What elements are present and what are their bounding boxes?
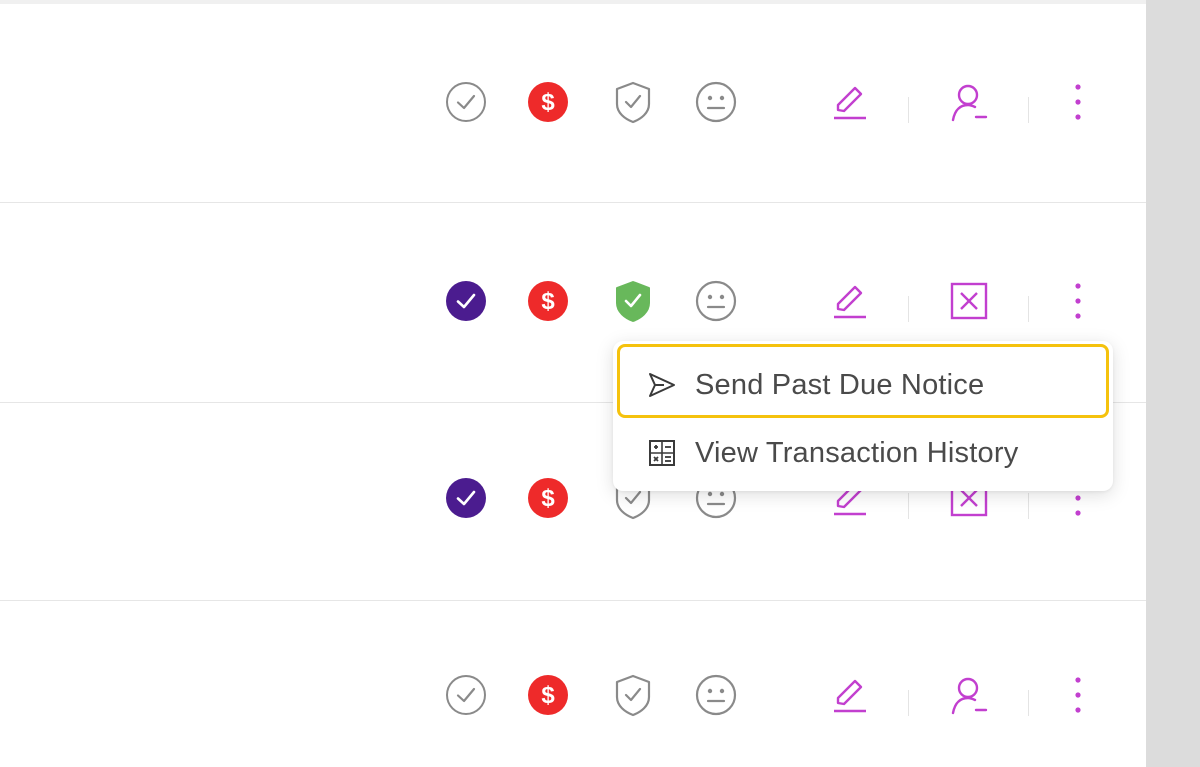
shield-check-outline-icon [611, 80, 655, 124]
divider [908, 690, 909, 716]
shield-check-outline-icon [611, 673, 655, 717]
user-remove-icon[interactable] [947, 673, 991, 717]
dollar-circle-red-icon: $ [526, 80, 570, 124]
check-circle-filled-purple-icon [444, 279, 488, 323]
transaction-history-icon [647, 438, 677, 468]
dollar-circle-red-icon: $ [526, 279, 570, 323]
shield-check-filled-green-icon [611, 279, 655, 323]
send-icon [647, 370, 677, 400]
neutral-face-icon [694, 673, 738, 717]
edit-pencil-icon[interactable] [827, 279, 871, 323]
table-row: $ [0, 4, 1146, 203]
menu-item-view-transaction-history[interactable]: View Transaction History [613, 419, 1113, 483]
divider [1028, 690, 1029, 716]
divider [1028, 97, 1029, 123]
edit-pencil-icon[interactable] [827, 80, 871, 124]
divider [1028, 493, 1029, 519]
divider [908, 97, 909, 123]
edit-pencil-icon[interactable] [827, 673, 871, 717]
kebab-menu-icon[interactable] [1056, 80, 1100, 124]
dollar-circle-red-icon: $ [526, 673, 570, 717]
neutral-face-icon [694, 279, 738, 323]
divider [908, 296, 909, 322]
close-square-icon[interactable] [947, 279, 991, 323]
neutral-face-icon [694, 80, 738, 124]
menu-item-label: Send Past Due Notice [695, 369, 985, 401]
kebab-menu-icon[interactable] [1056, 673, 1100, 717]
divider [1028, 296, 1029, 322]
row-actions-menu: Send Past Due Notice View Transaction Hi… [613, 341, 1113, 491]
table-row: $ [0, 601, 1146, 767]
svg-text:$: $ [541, 89, 555, 116]
kebab-menu-icon[interactable] [1056, 279, 1100, 323]
check-circle-outline-icon [444, 80, 488, 124]
divider [908, 493, 909, 519]
menu-item-label: View Transaction History [695, 437, 1019, 469]
user-remove-icon[interactable] [947, 80, 991, 124]
svg-text:$: $ [541, 485, 555, 512]
check-circle-filled-purple-icon [444, 476, 488, 520]
check-circle-outline-icon [444, 673, 488, 717]
svg-text:$: $ [541, 682, 555, 709]
scrollbar[interactable] [1146, 0, 1200, 767]
menu-item-send-past-due-notice[interactable]: Send Past Due Notice [613, 351, 1113, 415]
dollar-circle-red-icon: $ [526, 476, 570, 520]
svg-text:$: $ [541, 288, 555, 315]
